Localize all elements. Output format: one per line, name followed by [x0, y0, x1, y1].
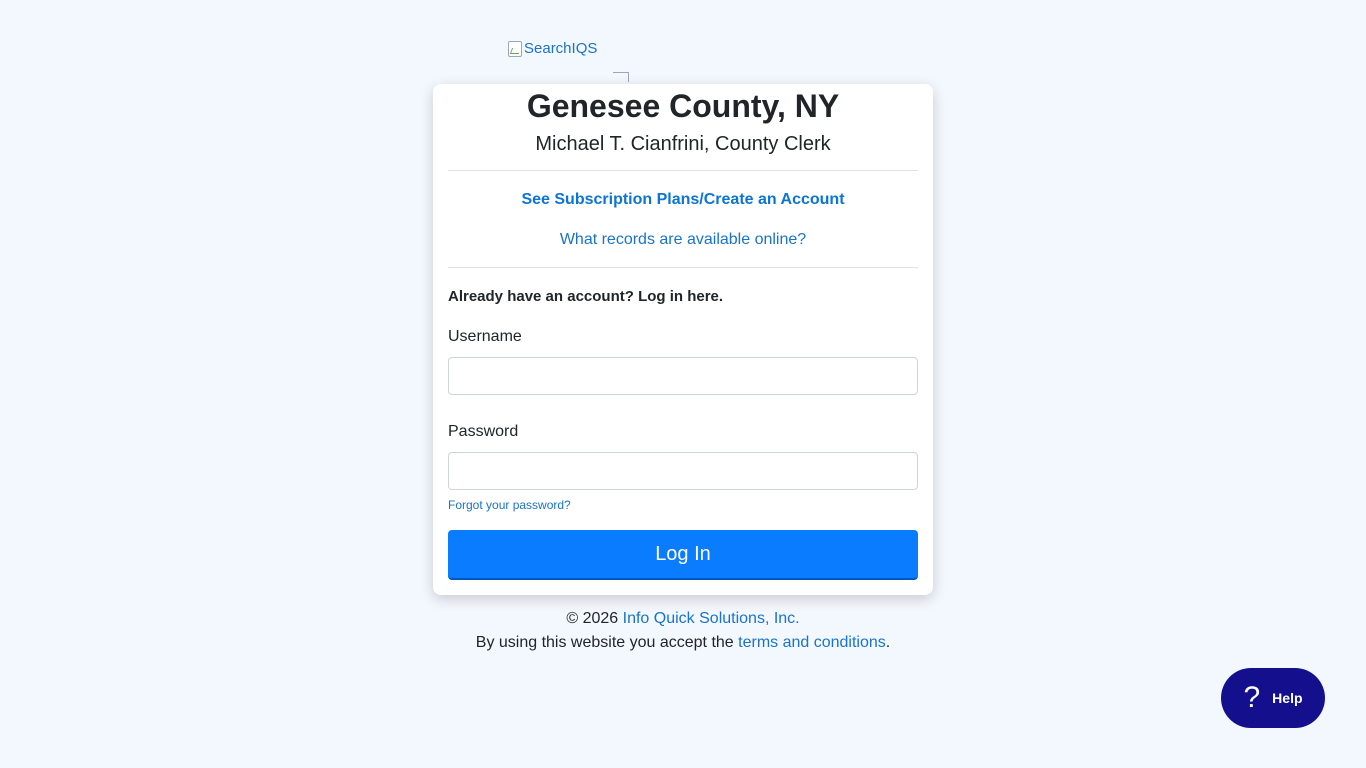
- login-heading: Already have an account? Log in here.: [448, 288, 724, 305]
- subscription-plans-link[interactable]: See Subscription Plans/Create an Account: [448, 190, 918, 210]
- broken-image-icon: [613, 72, 629, 82]
- copyright-text: © 2026: [566, 610, 619, 627]
- available-records-link[interactable]: What records are available online?: [448, 230, 918, 250]
- password-input[interactable]: [448, 452, 918, 490]
- clerk-name: Michael T. Cianfrini, County Clerk: [535, 133, 831, 155]
- broken-image-icon: [508, 41, 522, 57]
- help-label: Help: [1272, 690, 1303, 706]
- logo-alt-text: SearchIQS: [524, 40, 598, 57]
- footer: © 2026 Info Quick Solutions, Inc. By usi…: [0, 607, 1366, 655]
- help-button[interactable]: ? Help: [1221, 668, 1325, 728]
- terms-line: By using this website you accept the ter…: [0, 631, 1366, 655]
- username-label: Username: [448, 328, 522, 345]
- forgot-password-link[interactable]: Forgot your password?: [448, 498, 918, 512]
- company-link[interactable]: Info Quick Solutions, Inc.: [623, 610, 800, 627]
- searchiqs-logo-link[interactable]: SearchIQS: [508, 40, 597, 57]
- terms-prefix: By using this website you accept the: [475, 634, 734, 651]
- copyright-line: © 2026 Info Quick Solutions, Inc.: [0, 607, 1366, 631]
- terms-link[interactable]: terms and conditions: [738, 634, 886, 651]
- username-input[interactable]: [448, 357, 918, 395]
- county-title: Genesee County, NY: [526, 88, 840, 124]
- divider: [448, 267, 918, 268]
- login-button[interactable]: Log In: [448, 530, 918, 580]
- password-label: Password: [448, 423, 519, 440]
- question-mark-icon: ?: [1243, 681, 1261, 714]
- divider: [448, 170, 918, 171]
- terms-suffix: .: [885, 634, 891, 651]
- login-card: Genesee County, NY Michael T. Cianfrini,…: [433, 84, 933, 595]
